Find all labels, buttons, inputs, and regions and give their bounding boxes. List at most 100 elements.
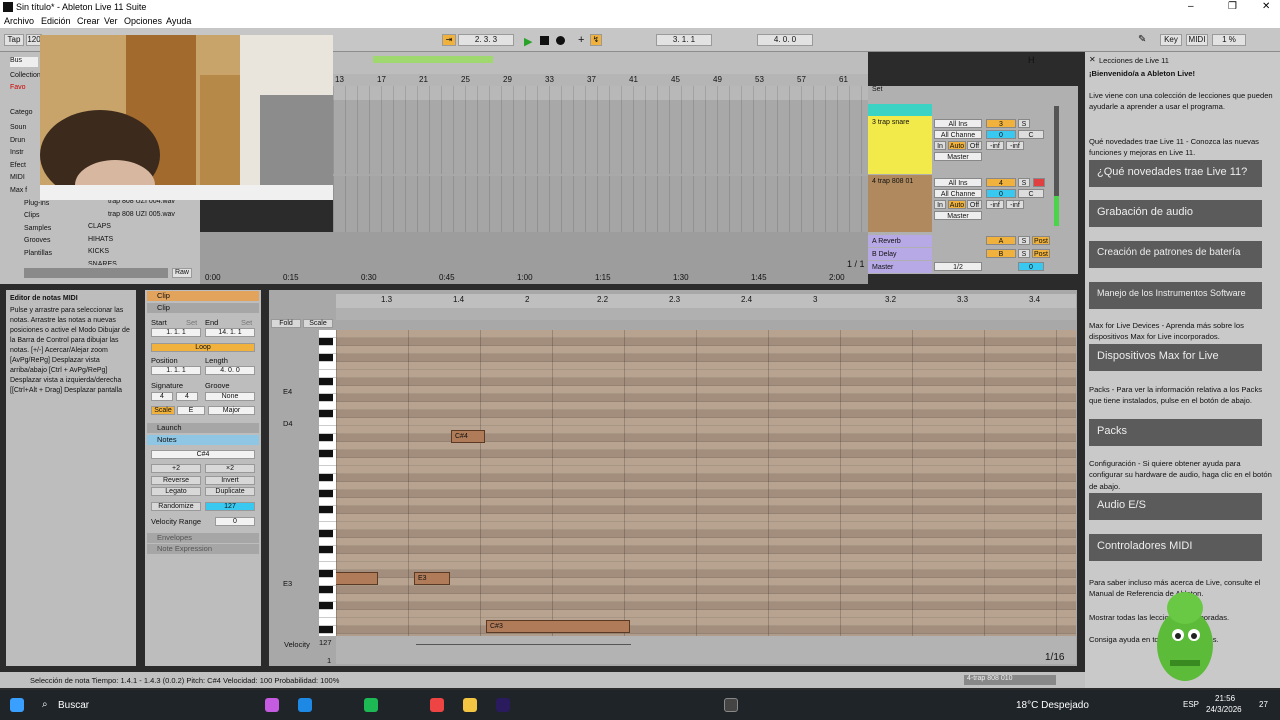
note-expression-section-header[interactable]: Note Expression [147, 544, 259, 554]
play-icon[interactable]: ▶ [524, 35, 532, 48]
minimize-icon[interactable]: – [1188, 1, 1194, 12]
note-row[interactable] [336, 330, 1076, 338]
end-set-button[interactable]: Set [241, 318, 252, 327]
category-item[interactable]: Clips [10, 210, 52, 223]
groove-select[interactable]: None [205, 392, 255, 401]
track-name[interactable]: 3 trap snare [872, 119, 909, 126]
note-row[interactable] [336, 378, 1076, 386]
solo-button[interactable]: S [1018, 178, 1030, 187]
piano-key[interactable] [319, 450, 333, 458]
piano-key[interactable] [319, 562, 336, 570]
lesson-button-recording[interactable]: Grabación de audio [1089, 200, 1262, 227]
raw-button[interactable]: Raw [172, 268, 192, 278]
note-row[interactable] [336, 618, 1076, 626]
arrangement-lane[interactable] [333, 86, 868, 100]
file-explorer-icon[interactable] [463, 698, 477, 712]
piano-key[interactable] [319, 386, 336, 394]
envelopes-section-header[interactable]: Envelopes [147, 533, 259, 543]
piano-key[interactable] [319, 466, 336, 474]
double-tempo-button[interactable]: ×2 [205, 464, 255, 473]
folder-item[interactable]: SNARES [80, 259, 175, 265]
midi-note[interactable]: E3 [414, 572, 450, 585]
end-field[interactable]: 14. 1. 1 [205, 328, 255, 337]
output-select[interactable]: Master [934, 152, 982, 161]
note-row[interactable] [336, 418, 1076, 426]
piano-key[interactable] [319, 378, 333, 386]
category-item[interactable]: Plantillas [10, 248, 52, 261]
file-item[interactable]: trap 808 UZI 005.wav [80, 209, 175, 222]
edge-icon[interactable] [298, 698, 312, 712]
note-row[interactable] [336, 498, 1076, 506]
note-row[interactable] [336, 338, 1076, 346]
position-field[interactable]: 1. 1. 1 [151, 366, 201, 375]
note-row[interactable] [336, 602, 1076, 610]
note-row[interactable] [336, 474, 1076, 482]
piano-key[interactable] [319, 602, 333, 610]
velocity-range-field[interactable]: 0 [215, 517, 255, 526]
lesson-button-midi[interactable]: Controladores MIDI [1089, 534, 1262, 561]
draw-mode-icon[interactable]: ✎ [1138, 34, 1146, 45]
note-row[interactable] [336, 442, 1076, 450]
piano-key[interactable] [319, 338, 333, 346]
scale-root-select[interactable]: E [177, 406, 205, 415]
volume-field[interactable]: 0 [986, 130, 1016, 139]
menu-crear[interactable]: Crear [77, 16, 100, 26]
legato-button[interactable]: Legato [151, 487, 201, 496]
solo-button[interactable]: S [1018, 119, 1030, 128]
piano-key[interactable] [319, 610, 336, 618]
taskbar-search[interactable]: Buscar [58, 700, 89, 711]
track-activator[interactable]: 4 [986, 178, 1016, 187]
solo-button[interactable]: S [1018, 236, 1030, 245]
arrangement-lane-snare[interactable] [333, 100, 868, 174]
clock-time[interactable]: 21:56 [1215, 694, 1235, 703]
category-item[interactable]: Grooves [10, 235, 52, 248]
piano-key[interactable] [319, 354, 333, 362]
piano-roll-ruler[interactable]: 1.3 1.4 2 2.2 2.3 2.4 3 3.2 3.3 3.4 [336, 294, 1076, 308]
monitor-auto[interactable]: Auto [948, 141, 966, 150]
automation-arm-icon[interactable]: ↯ [590, 34, 602, 46]
piano-key[interactable] [319, 346, 336, 354]
input-type[interactable]: All Ins [934, 119, 982, 128]
cue-out[interactable]: 1/2 [934, 262, 982, 271]
pan-field[interactable]: C [1018, 189, 1044, 198]
track-header-snare[interactable]: 3 trap snare [868, 116, 932, 174]
note-row[interactable] [336, 562, 1076, 570]
ableton-taskbar-icon[interactable] [724, 698, 738, 712]
loop-length-field[interactable]: 4. 0. 0 [757, 34, 813, 46]
piano-roll-loop-bar[interactable] [336, 308, 1076, 320]
note-row[interactable] [336, 394, 1076, 402]
piano-key[interactable] [319, 594, 336, 602]
note-row[interactable] [336, 506, 1076, 514]
signature-numerator[interactable]: 4 [151, 392, 173, 401]
arrangement-overview[interactable]: H [333, 52, 1035, 74]
note-row[interactable] [336, 514, 1076, 522]
length-field[interactable]: 4. 0. 0 [205, 366, 255, 375]
monitor-in[interactable]: In [934, 200, 946, 209]
track-name[interactable]: 4 trap 808 01 [872, 178, 913, 185]
browser-search-input[interactable]: Bus [10, 57, 38, 67]
note-row[interactable] [336, 354, 1076, 362]
menu-opciones[interactable]: Opciones [124, 16, 162, 26]
output-select[interactable]: Master [934, 211, 982, 220]
master-track[interactable]: Master [868, 261, 932, 273]
note-row[interactable] [336, 586, 1076, 594]
note-row[interactable] [336, 522, 1076, 530]
input-type[interactable]: All Ins [934, 178, 982, 187]
menu-edicion[interactable]: Edición [41, 16, 71, 26]
send-a[interactable]: -inf [986, 200, 1004, 209]
loop-button[interactable]: Loop [151, 343, 255, 352]
master-name[interactable]: Master [872, 264, 893, 271]
follow-icon[interactable]: ⇥ [442, 34, 456, 46]
menu-ver[interactable]: Ver [104, 16, 118, 26]
folder-item[interactable]: HIHATS [80, 234, 175, 247]
arrangement-position[interactable]: 2. 3. 3 [458, 34, 514, 46]
return-track-a[interactable]: A Reverb [868, 235, 932, 247]
piano-key[interactable] [319, 522, 336, 530]
search-icon[interactable]: ⌕ [42, 699, 48, 710]
clip-section-header[interactable]: Clip [147, 303, 259, 313]
notes-section-header[interactable]: Notes [147, 435, 259, 445]
category-item[interactable]: Samples [10, 223, 52, 236]
invert-button[interactable]: Invert [205, 476, 255, 485]
post-button[interactable]: Post [1032, 236, 1050, 245]
input-channel[interactable]: All Channe [934, 130, 982, 139]
